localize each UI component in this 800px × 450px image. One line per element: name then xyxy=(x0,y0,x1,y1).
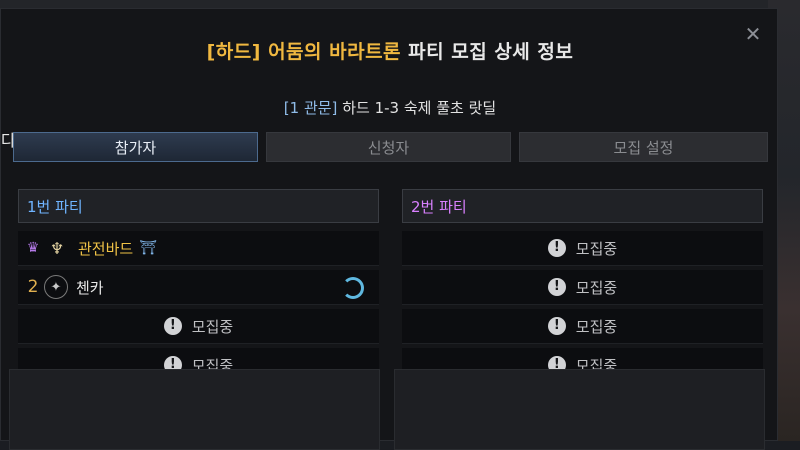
dialog-title: [하드] 어둠의 바라트론 파티 모집 상세 정보 xyxy=(1,37,779,64)
exclamation-icon: ! xyxy=(547,239,566,257)
member-name: 첸카 xyxy=(76,278,104,297)
recruit-slot[interactable]: ! 모집중 xyxy=(402,309,763,344)
crown-icon: ♛ xyxy=(26,240,40,256)
party-2-panel: 2번 파티 ! 모집중 ! 모집중 ! 모집중 ! 모집중 xyxy=(402,189,763,387)
tab-bar: 참가자 신청자 모집 설정 xyxy=(13,132,768,162)
party-1-panel: 1번 파티 ♛ ♆ 관전바드 ⛩ 2 ✦ 첸카 ! 모집중 ! 모집중 xyxy=(18,189,379,387)
recruit-slot[interactable]: ! 모집중 xyxy=(402,231,763,266)
gate-label: [1 관문] xyxy=(283,99,338,117)
tab-applicants[interactable]: 신청자 xyxy=(266,132,511,162)
recruit-slot[interactable]: ! 모집중 xyxy=(402,270,763,305)
recruit-status: 모집중 xyxy=(191,317,234,336)
tab-recruit-settings[interactable]: 모집 설정 xyxy=(519,132,768,162)
recruit-status: 모집중 xyxy=(575,317,618,336)
party-1-footer-panel xyxy=(9,369,380,450)
gate-icon: ⛩ xyxy=(139,240,157,256)
lyre-icon: ♆ xyxy=(49,238,65,258)
party-member-slot[interactable]: 2 ✦ 첸카 xyxy=(18,270,379,305)
member-number: 2 xyxy=(27,277,39,297)
compass-icon: ✦ xyxy=(44,275,68,299)
tab-participants[interactable]: 참가자 xyxy=(13,132,258,162)
party-member-slot[interactable]: ♛ ♆ 관전바드 ⛩ xyxy=(18,231,379,266)
exclamation-icon: ! xyxy=(163,317,182,335)
party-detail-dialog: ✕ [하드] 어둠의 바라트론 파티 모집 상세 정보 [1 관문] 하드 1-… xyxy=(0,8,779,450)
party-2-footer-panel xyxy=(394,369,765,450)
recruit-description: 하드 1-3 숙제 풀초 랏딜 xyxy=(342,99,497,117)
title-text: 파티 모집 상세 정보 xyxy=(408,41,574,63)
recruit-status: 모집중 xyxy=(575,239,618,258)
recruit-slot[interactable]: ! 모집중 xyxy=(18,309,379,344)
exclamation-icon: ! xyxy=(547,278,566,296)
recruit-subtitle: [1 관문] 하드 1-3 숙제 풀초 랏딜 xyxy=(1,97,779,118)
member-name: 관전바드 xyxy=(78,239,134,258)
ring-icon xyxy=(342,277,364,299)
recruit-status: 모집중 xyxy=(575,278,618,297)
party-1-title: 1번 파티 xyxy=(18,189,379,223)
exclamation-icon: ! xyxy=(547,317,566,335)
raid-name: [하드] 어둠의 바라트론 xyxy=(206,41,402,63)
party-2-title: 2번 파티 xyxy=(402,189,763,223)
